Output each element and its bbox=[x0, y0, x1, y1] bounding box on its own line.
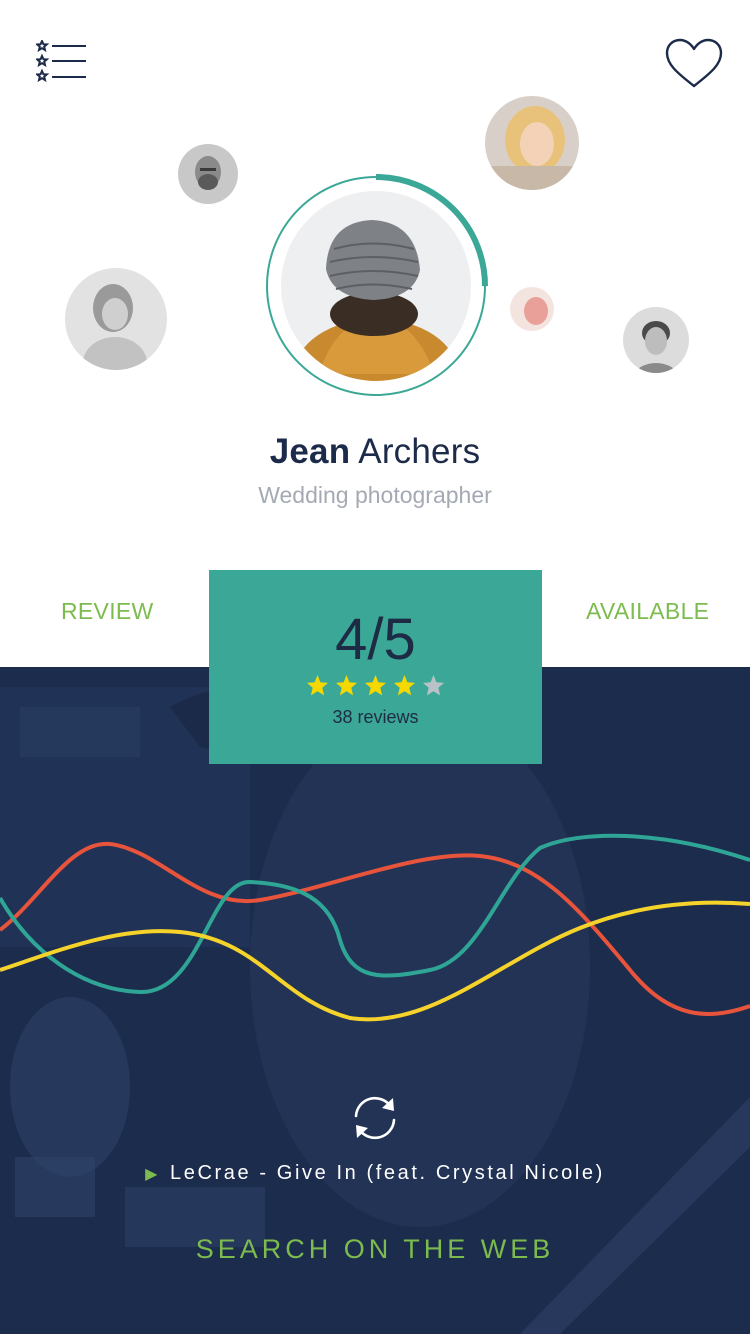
star-filled-icon bbox=[393, 674, 416, 696]
favorite-button[interactable] bbox=[664, 38, 724, 90]
wave-teal bbox=[0, 833, 750, 995]
review-tab[interactable]: REVIEW bbox=[61, 598, 154, 625]
avatar-blonde-woman[interactable] bbox=[485, 96, 579, 190]
refresh-button[interactable] bbox=[347, 1090, 403, 1146]
review-count: 38 reviews bbox=[332, 707, 419, 727]
profile-name: Jean Archers bbox=[0, 432, 750, 472]
main-profile-avatar[interactable] bbox=[264, 174, 488, 398]
play-icon[interactable]: ▶ bbox=[145, 1166, 160, 1183]
heart-icon bbox=[665, 38, 723, 88]
rating-card[interactable]: 4/5 38 reviews bbox=[209, 570, 542, 764]
rating-stars bbox=[209, 674, 542, 702]
track-title: LeCrae - Give In (feat. Crystal Nicole) bbox=[170, 1162, 605, 1184]
avatar-woman-bw[interactable] bbox=[65, 268, 167, 370]
avatar-photo bbox=[485, 96, 579, 190]
audio-waveform bbox=[0, 833, 750, 1022]
avatar-photo bbox=[65, 268, 167, 370]
avatar-photo bbox=[623, 307, 689, 373]
available-tab[interactable]: AVAILABLE bbox=[586, 598, 709, 625]
last-name: Archers bbox=[358, 432, 481, 471]
avatar-photo bbox=[510, 287, 554, 331]
star-filled-icon bbox=[306, 674, 329, 696]
profile-title: Wedding photographer bbox=[258, 482, 492, 508]
now-playing: ▶ LeCrae - Give In (feat. Crystal Nicole) bbox=[0, 1162, 750, 1185]
avatar-young-man[interactable] bbox=[623, 307, 689, 373]
star-list-menu-icon bbox=[34, 38, 86, 83]
star-filled-icon bbox=[335, 674, 358, 696]
avatar-bearded-man[interactable] bbox=[178, 144, 238, 204]
avatar-photo bbox=[178, 144, 238, 204]
rating-value: 4/5 bbox=[335, 607, 416, 672]
avatar-small-pink[interactable] bbox=[510, 287, 554, 331]
profile-progress-ring bbox=[264, 174, 488, 398]
menu-button[interactable] bbox=[34, 38, 88, 84]
star-empty-icon bbox=[422, 674, 445, 696]
refresh-icon bbox=[354, 1096, 396, 1140]
search-web-button[interactable]: SEARCH ON THE WEB bbox=[0, 1234, 750, 1265]
wave-yellow bbox=[0, 900, 750, 1022]
profile-screen: Jean Archers Wedding photographer REVIEW… bbox=[0, 0, 750, 1334]
first-name: Jean bbox=[269, 432, 351, 471]
star-filled-icon bbox=[364, 674, 387, 696]
